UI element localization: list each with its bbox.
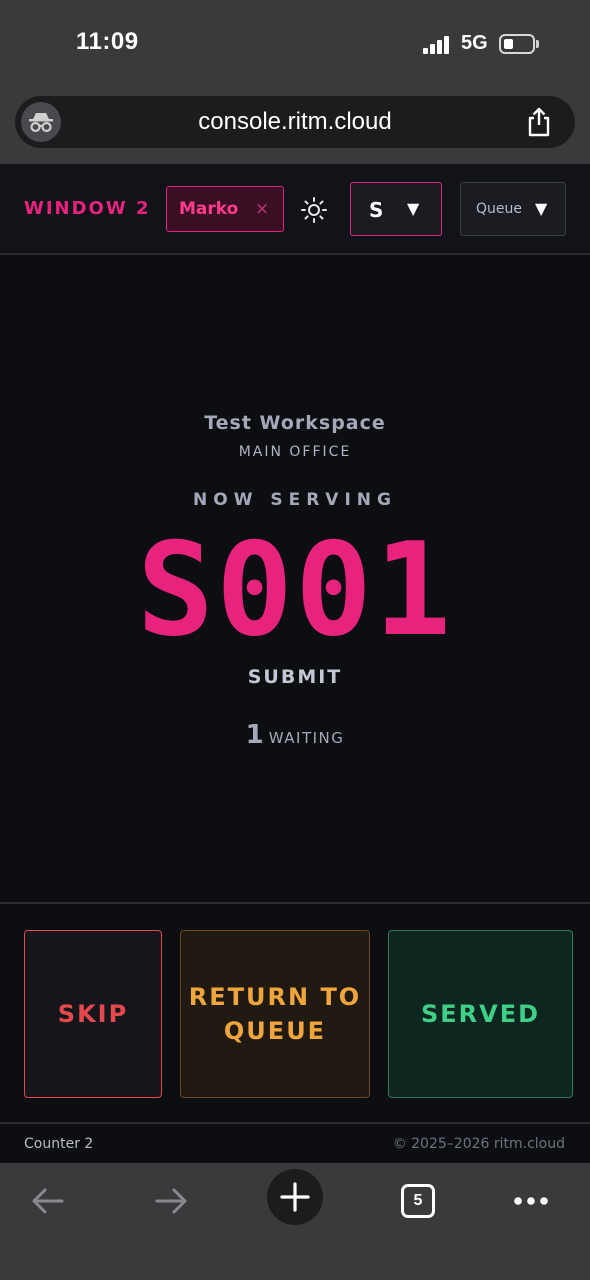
sun-icon[interactable] <box>300 196 328 224</box>
service-select[interactable]: S ▼ <box>350 182 442 236</box>
service-select-value: S <box>369 198 384 222</box>
tab-count: 5 <box>401 1184 435 1218</box>
footer: Counter 2 © 2025–2026 ritm.cloud <box>0 1122 590 1163</box>
skip-button[interactable]: SKIP <box>24 930 162 1098</box>
back-icon[interactable] <box>20 1173 76 1229</box>
service-name: SUBMIT <box>247 666 343 688</box>
serving-display: Test Workspace MAIN OFFICE NOW SERVING S… <box>0 256 590 902</box>
browser-toolbar: 5 <box>0 1163 590 1280</box>
tabs-button[interactable]: 5 <box>390 1173 446 1229</box>
now-serving-label: NOW SERVING <box>193 490 397 510</box>
close-icon[interactable]: × <box>255 199 269 219</box>
copyright: © 2025–2026 ritm.cloud <box>392 1136 565 1152</box>
waiting-count: 1 <box>245 720 264 750</box>
status-bar: 11:09 5G <box>0 0 590 88</box>
more-icon[interactable] <box>503 1173 559 1229</box>
plus-icon <box>280 1182 310 1212</box>
status-time: 11:09 <box>76 28 139 55</box>
served-button[interactable]: SERVED <box>388 930 573 1098</box>
new-tab-button[interactable] <box>267 1169 323 1225</box>
battery-tip <box>536 40 539 48</box>
agent-chip[interactable]: Marko × <box>166 186 284 232</box>
browser-address-bar: console.ritm.cloud <box>0 88 590 164</box>
office-name: MAIN OFFICE <box>238 444 352 460</box>
signal-icon <box>423 36 453 54</box>
queue-select-value: Queue <box>476 201 522 217</box>
window-title: WINDOW 2 <box>24 198 151 219</box>
app-header: WINDOW 2 Marko × S ▼ Queue ▼ <box>0 164 590 255</box>
agent-name: Marko <box>179 199 239 219</box>
chevron-down-icon: ▼ <box>407 199 420 218</box>
url-text: console.ritm.cloud <box>198 108 392 135</box>
action-bar: SKIP RETURN TO QUEUE SERVED <box>0 902 590 1122</box>
url-field[interactable]: console.ritm.cloud <box>15 96 575 148</box>
return-to-queue-button[interactable]: RETURN TO QUEUE <box>180 930 370 1098</box>
workspace-name: Test Workspace <box>204 412 386 434</box>
waiting-label: WAITING <box>268 729 345 747</box>
waiting-indicator: 1 WAITING <box>0 720 590 750</box>
chevron-down-icon: ▼ <box>535 199 548 218</box>
counter-label: Counter 2 <box>24 1136 94 1152</box>
ticket-number: S001 <box>136 516 454 665</box>
queue-select[interactable]: Queue ▼ <box>460 182 566 236</box>
battery-icon <box>499 34 535 54</box>
share-icon[interactable] <box>523 106 555 138</box>
forward-icon[interactable] <box>143 1173 199 1229</box>
network-type: 5G <box>461 32 488 54</box>
